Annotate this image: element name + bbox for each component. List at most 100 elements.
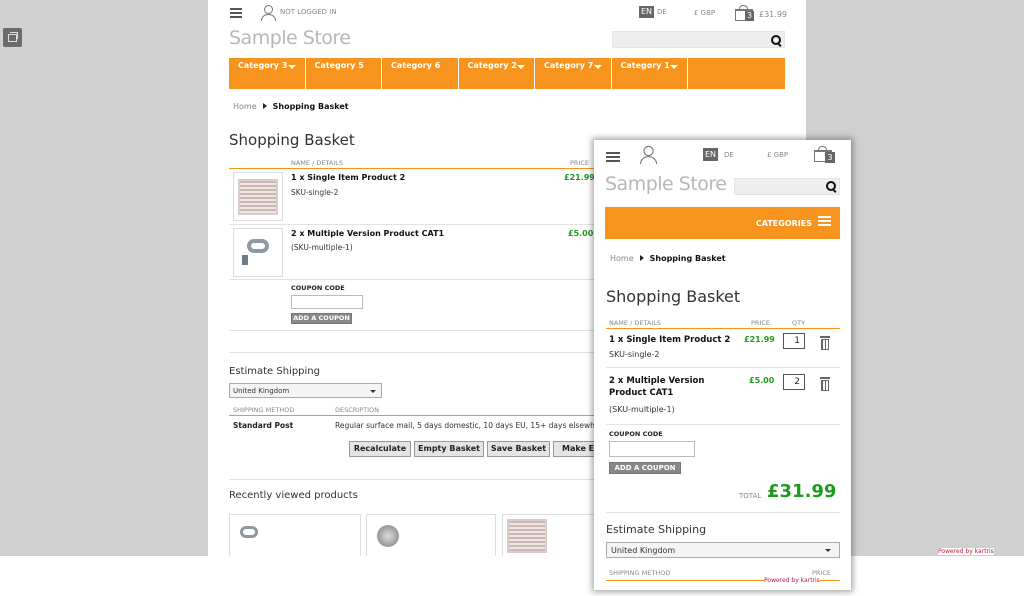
nav-label: Category 6 [391,61,441,70]
user-icon[interactable] [261,5,276,21]
list-icon [818,216,831,226]
lang-en[interactable]: EN [639,6,654,18]
coupon-input[interactable] [609,441,695,457]
save-basket-button[interactable]: Save Basket [487,441,550,457]
categories-label: CATEGORIES [755,219,812,228]
item-price: £5.00 [749,376,775,385]
quantity-input[interactable]: 1 [783,333,805,349]
empty-basket-button[interactable]: Empty Basket [414,441,484,457]
trash-icon[interactable] [820,336,830,350]
recalculate-button[interactable]: Recalculate [349,441,411,457]
powered-by-badge[interactable]: Powered by kartris [938,548,994,555]
breadcrumb: Home Shopping Basket [610,254,726,263]
clamp-image [240,526,258,538]
item-name-line1[interactable]: 2 x Multiple Version [609,376,704,386]
page-title: Shopping Basket [606,287,741,306]
shipping-title: Estimate Shipping [606,523,707,536]
breadcrumb-home[interactable]: Home [610,254,634,263]
trash-icon[interactable] [820,377,830,391]
shipping-method[interactable]: Standard Post [233,421,293,430]
basket-count: 3 [825,152,835,163]
item-sku: SKU-single-2 [609,350,660,359]
lang-de[interactable]: DE [724,151,734,159]
product-thumbnail[interactable] [233,172,283,221]
restore-window-icon[interactable] [3,28,22,47]
recently-viewed-title: Recently viewed products [229,490,358,501]
shipping-description: Regular surface mail, 5 days domestic, 1… [335,421,607,430]
search-icon[interactable] [771,35,782,46]
fan-image [507,519,547,553]
menu-icon[interactable] [606,152,620,162]
lock-product-image [377,525,399,547]
add-coupon-button[interactable]: ADD A COUPON [609,462,681,474]
basket-total[interactable]: £31.99 [759,10,787,19]
column-header-method: SHIPPING METHOD [233,406,295,414]
nav-label: Category 1 [620,61,670,70]
coupon-input[interactable] [291,295,363,309]
column-header-qty: QTY [792,319,806,327]
menu-icon[interactable] [230,8,242,18]
top-bar: NOT LOGGED IN EN DE £ GBP 3 £31.99 [208,0,806,26]
currency-selector[interactable]: £ GBP [767,151,788,159]
row-divider [229,224,599,225]
page-title: Shopping Basket [229,131,355,149]
login-status[interactable]: NOT LOGGED IN [280,8,337,16]
breadcrumb-home[interactable]: Home [233,102,257,111]
header-divider [229,168,599,169]
recent-product-card[interactable] [229,514,361,556]
breadcrumb: Home Shopping Basket [233,102,349,111]
store-logo[interactable]: Sample Store [229,27,351,49]
nav-category-6[interactable]: Category 6 [382,58,459,89]
nav-category-2[interactable]: Category 2 [459,58,535,89]
nav-category-7[interactable]: Category 7 [535,58,612,89]
nav-category-3[interactable]: Category 3 [229,58,306,89]
item-name[interactable]: 2 x Multiple Version Product CAT1 [291,229,444,238]
clamp-image-base [242,255,248,265]
quantity-input[interactable]: 2 [783,374,805,390]
caret-down-icon [670,65,678,69]
country-select[interactable]: United Kingdom [229,383,382,398]
search-icon[interactable] [826,181,837,192]
add-coupon-button[interactable]: ADD A COUPON [291,313,352,324]
row-divider [229,330,599,331]
lang-de[interactable]: DE [657,8,667,16]
column-header-description: DESCRIPTION [335,406,379,414]
row-divider [229,279,599,280]
currency-selector[interactable]: £ GBP [694,9,715,17]
item-price: £21.99 [744,335,775,344]
item-price: £5.00 [568,229,594,238]
mobile-preview: EN DE £ GBP 3 Sample Store CATEGORIES Ho… [594,140,851,590]
nav-category-1[interactable]: Category 1 [612,58,688,89]
store-logo[interactable]: Sample Store [605,173,727,195]
section-divider [606,512,840,513]
breadcrumb-current: Shopping Basket [272,102,349,111]
nav-label: Category 2 [467,61,517,70]
section-divider [229,352,599,353]
item-name[interactable]: 1 x Single Item Product 2 [291,173,405,182]
recent-product-card[interactable] [502,514,606,556]
total-label: TOTAL [739,492,762,500]
breadcrumb-separator-icon [639,255,644,261]
powered-by-badge[interactable]: Powered by kartris [764,577,820,584]
fan-image [238,179,278,215]
country-value: United Kingdom [233,387,290,395]
item-name-line2[interactable]: Product CAT1 [609,388,673,398]
nav-category-5[interactable]: Category 5 [306,58,382,89]
product-thumbnail[interactable] [233,228,283,277]
nav-filler [688,58,785,89]
search-input[interactable] [612,31,785,48]
country-select[interactable]: United Kingdom [606,542,840,558]
user-icon[interactable] [639,145,658,165]
coupon-label: COUPON CODE [291,284,345,292]
category-nav: Category 3 Category 5 Category 6 Categor… [229,58,785,89]
categories-menu-button[interactable]: CATEGORIES [605,207,840,239]
item-name[interactable]: 1 x Single Item Product 2 [609,335,730,345]
dropdown-arrow-icon [370,390,376,393]
coupon-label: COUPON CODE [609,430,663,438]
recent-product-card[interactable] [366,514,496,556]
browser-viewport: NOT LOGGED IN EN DE £ GBP 3 £31.99 Sampl… [0,0,1024,556]
clamp-image [247,239,269,253]
total-value: £31.99 [767,481,837,502]
search-input[interactable] [734,178,840,195]
lang-en[interactable]: EN [703,148,718,161]
